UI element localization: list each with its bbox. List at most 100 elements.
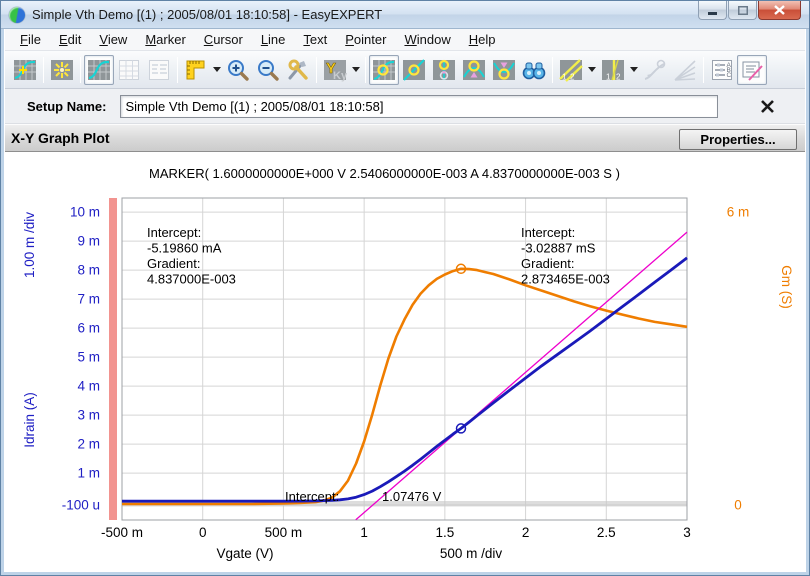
annotation-right[interactable]: Intercept: [521,225,575,240]
setup-name-row: Setup Name: [5,89,805,124]
app-icon [9,7,25,23]
close-icon [760,99,775,114]
marker-search-button[interactable] [519,55,549,85]
svg-text:Y: Y [326,60,336,77]
zoom-in-button[interactable] [223,55,253,85]
x-tick: 500 m [265,525,303,540]
y-left-tick: 3 m [77,408,100,423]
annotation-button[interactable] [737,55,767,85]
x-tick: -500 m [101,525,143,540]
x-cursor-bar[interactable] [109,198,117,520]
y-left-tick: 7 m [77,292,100,307]
graph-tools-button[interactable] [283,55,313,85]
annotation-left[interactable]: -5.19860 mA [147,241,222,256]
scale-settings-button[interactable] [181,55,211,85]
svg-text:2: 2 [616,72,621,81]
setup-name-label: Setup Name: [27,99,106,114]
series-Idrain [122,258,687,501]
x-tick: 1.5 [435,525,454,540]
title-bar: Simple Vth Demo [(1) ; 2005/08/01 18:10:… [1,1,809,29]
x-tick: 2 [522,525,530,540]
y-left-tick: 10 m [70,205,100,220]
display-list-button [114,55,144,85]
menu-help[interactable]: Help [460,29,505,50]
app-window: Simple Vth Demo [(1) ; 2005/08/01 18:10:… [0,0,810,576]
scale-settings-dropdown[interactable] [211,55,223,85]
x-tick: 3 [683,525,691,540]
autoscale-button[interactable] [47,55,77,85]
panel-close-button[interactable] [756,95,778,117]
y-left-tick: 8 m [77,263,100,278]
marker-readout: MARKER( 1.6000000000E+000 V 2.5406000000… [149,166,620,181]
menu-edit[interactable]: Edit [50,29,90,50]
display-parameters-button [144,55,174,85]
menu-bar: File Edit View Marker Cursor Line Text P… [5,29,805,51]
svg-text:C: C [727,72,732,79]
x-axis-div-label: 500 m /div [440,546,503,561]
xy-chart[interactable]: MARKER( 1.6000000000E+000 V 2.5406000000… [1,153,810,576]
x-tick: 1 [360,525,368,540]
marker-minmax-button[interactable] [429,55,459,85]
zoom-out-button[interactable] [253,55,283,85]
line-mode-2-button[interactable]: 12 [598,55,628,85]
marker-skew-button[interactable] [399,55,429,85]
setup-name-input[interactable] [120,95,718,118]
y-left-tick: 1 m [77,466,100,481]
annotation-x-intercept-label[interactable]: Intercept: [285,489,339,504]
annotation-left[interactable]: 4.837000E-003 [147,272,236,287]
y-right-tick: 0 [734,498,742,513]
y-left-axis-label: Idrain (A) [22,392,37,448]
annotation-left[interactable]: Gradient: [147,256,200,271]
y-left-tick: 4 m [77,379,100,394]
menu-pointer[interactable]: Pointer [336,29,395,50]
toolbar: KyY 12 12 [5,51,805,89]
maximize-button[interactable] [728,1,757,20]
y-left-tick: -100 u [62,498,100,513]
display-graph-button[interactable] [84,55,114,85]
annotation-right[interactable]: Gradient: [521,256,574,271]
x-axis-label: Vgate (V) [216,546,273,561]
y-axis-select-button[interactable]: KyY [320,55,350,85]
window-title: Simple Vth Demo [(1) ; 2005/08/01 18:10:… [32,7,382,22]
line-mode-2-dropdown[interactable] [628,55,640,85]
y-left-tick: 2 m [77,437,100,452]
line-list-button[interactable]: ABC [707,55,737,85]
y-axis-select-dropdown[interactable] [350,55,362,85]
menu-line[interactable]: Line [252,29,295,50]
tangent-lines-button [670,55,700,85]
y-left-tick: 9 m [77,234,100,249]
marker-search-min-button[interactable] [489,55,519,85]
y-right-axis-label: Gm (S) [779,265,794,309]
x-tick: 2.5 [597,525,616,540]
graph-panel-header: X-Y Graph Plot Properties... [5,124,805,152]
y-left-tick: 5 m [77,350,100,365]
display-graph-marker-button[interactable] [10,55,40,85]
annotation-left[interactable]: Intercept: [147,225,201,240]
annotation-right[interactable]: -3.02887 mS [521,241,596,256]
marker-on-button[interactable] [369,55,399,85]
graph-panel-title: X-Y Graph Plot [11,130,110,146]
minimize-button[interactable] [698,1,727,20]
menu-marker[interactable]: Marker [136,29,194,50]
y-right-tick: 6 m [727,205,750,220]
annotation-right[interactable]: 2.873465E-003 [521,272,610,287]
y-left-div-label: 1.00 m /div [22,212,37,278]
menu-cursor[interactable]: Cursor [195,29,252,50]
y-left-tick: 6 m [77,321,100,336]
close-button[interactable] [758,1,801,20]
svg-text:1: 1 [562,72,567,81]
regression-button [640,55,670,85]
menu-text[interactable]: Text [294,29,336,50]
x-tick: 0 [199,525,207,540]
menu-view[interactable]: View [90,29,136,50]
line-mode-1-button[interactable]: 12 [556,55,586,85]
xy-graph-plot: MARKER( 1.6000000000E+000 V 2.5406000000… [5,153,805,571]
menu-file[interactable]: File [11,29,50,50]
line-mode-1-dropdown[interactable] [586,55,598,85]
menu-window[interactable]: Window [395,29,459,50]
annotation-x-intercept-value[interactable]: 1.07476 V [382,489,442,504]
marker-search-max-button[interactable] [459,55,489,85]
svg-text:1: 1 [606,72,611,81]
svg-text:2: 2 [570,72,575,81]
properties-button[interactable]: Properties... [679,129,797,150]
